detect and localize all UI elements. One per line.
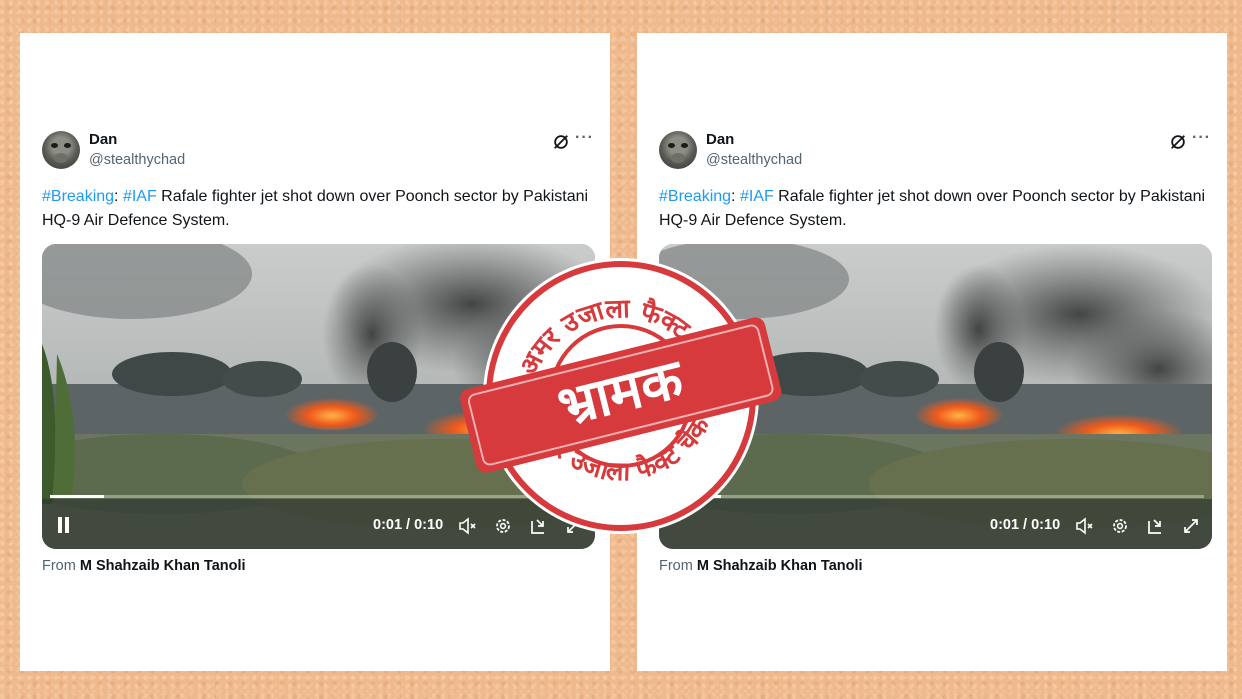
video-time: 0:01 / 0:10 — [990, 517, 1061, 533]
hashtag-link[interactable]: #IAF — [123, 188, 157, 205]
source-name[interactable]: M Shahzaib Khan Tanoli — [697, 558, 863, 574]
source-prefix: From — [659, 558, 697, 574]
post-text-separator: : — [114, 188, 123, 205]
source-name[interactable]: M Shahzaib Khan Tanoli — [80, 558, 246, 574]
avatar[interactable] — [659, 131, 697, 169]
grok-icon[interactable] — [1169, 133, 1187, 151]
fullscreen-icon[interactable] — [1181, 516, 1201, 536]
user-name[interactable]: Dan — [706, 131, 734, 148]
post-text-separator: : — [731, 188, 740, 205]
post-header: Dan @stealthychad ··· — [42, 129, 596, 173]
pip-icon[interactable] — [1146, 516, 1166, 536]
video-source: From M Shahzaib Khan Tanoli — [659, 558, 863, 574]
pause-icon[interactable] — [56, 517, 72, 535]
more-icon[interactable]: ··· — [575, 129, 594, 147]
hashtag-link[interactable]: #Breaking — [42, 188, 114, 205]
avatar[interactable] — [42, 131, 80, 169]
post-text: #Breaking: #IAF Rafale fighter jet shot … — [659, 185, 1209, 233]
video-progress-fill — [50, 495, 104, 498]
user-name[interactable]: Dan — [89, 131, 117, 148]
video-time: 0:01 / 0:10 — [373, 517, 444, 533]
settings-icon[interactable] — [1110, 516, 1130, 536]
post-header: Dan @stealthychad ··· — [659, 129, 1213, 173]
video-source: From M Shahzaib Khan Tanoli — [42, 558, 246, 574]
source-prefix: From — [42, 558, 80, 574]
mute-icon[interactable] — [1074, 516, 1094, 536]
hashtag-link[interactable]: #IAF — [740, 188, 774, 205]
user-handle[interactable]: @stealthychad — [706, 152, 802, 168]
hashtag-link[interactable]: #Breaking — [659, 188, 731, 205]
more-icon[interactable]: ··· — [1192, 129, 1211, 147]
user-handle[interactable]: @stealthychad — [89, 152, 185, 168]
fact-check-stamp: अमर उजाला फैक्ट चेक अमर उजाला फैक्ट चेक … — [460, 258, 782, 534]
post-text: #Breaking: #IAF Rafale fighter jet shot … — [42, 185, 592, 233]
grok-icon[interactable] — [552, 133, 570, 151]
